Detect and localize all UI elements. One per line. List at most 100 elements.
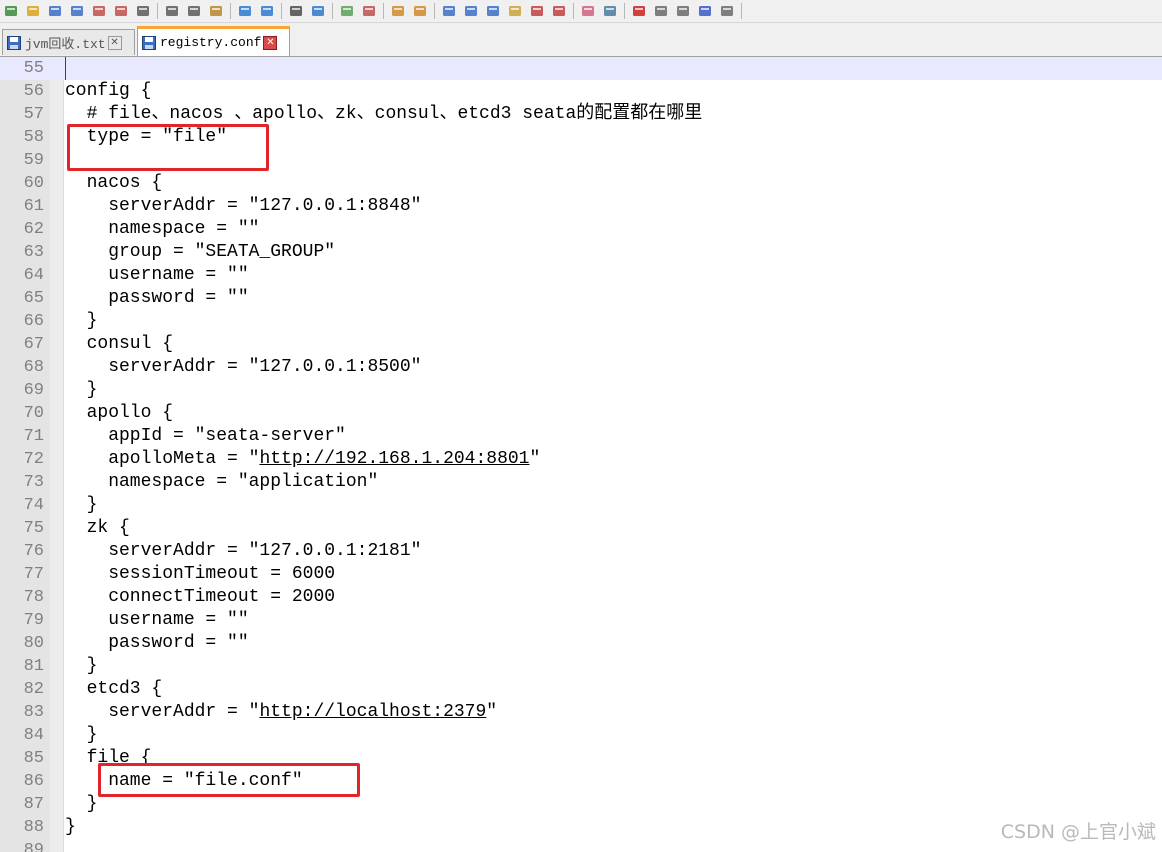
line-text: password = "" — [65, 288, 249, 308]
line-text: appId = "seata-server" — [65, 426, 346, 446]
save-all-button[interactable] — [66, 1, 88, 21]
sync-horizontal-button[interactable] — [409, 1, 431, 21]
code-line[interactable]: 57 # file、nacos 、apollo、zk、consul、etcd3 … — [0, 103, 1162, 126]
code-line[interactable]: 79 username = "" — [0, 609, 1162, 632]
sync-vertical-icon — [392, 6, 404, 16]
zoom-out-button[interactable] — [358, 1, 380, 21]
redo-icon — [261, 6, 273, 16]
code-line[interactable]: 60 nacos { — [0, 172, 1162, 195]
zoom-out-icon — [363, 6, 375, 16]
save-icon — [49, 6, 61, 16]
udl-button[interactable] — [504, 1, 526, 21]
code-line[interactable]: 89 — [0, 839, 1162, 852]
sync-vertical-button[interactable] — [387, 1, 409, 21]
code-line[interactable]: 76 serverAddr = "127.0.0.1:2181" — [0, 540, 1162, 563]
code-line[interactable]: 68 serverAddr = "127.0.0.1:8500" — [0, 356, 1162, 379]
code-line[interactable]: 72 apolloMeta = "http://192.168.1.204:88… — [0, 448, 1162, 471]
line-text: etcd3 { — [65, 679, 163, 699]
code-line[interactable]: 77 sessionTimeout = 6000 — [0, 563, 1162, 586]
url-link[interactable]: http://localhost:2379 — [259, 702, 486, 722]
indent-guide-button[interactable] — [482, 1, 504, 21]
monitoring-button[interactable] — [599, 1, 621, 21]
code-line[interactable]: 67 consul { — [0, 333, 1162, 356]
stop-macro-button[interactable] — [650, 1, 672, 21]
play-macro-button[interactable] — [672, 1, 694, 21]
line-number: 55 — [23, 59, 44, 78]
line-number: 63 — [23, 243, 44, 262]
code-line[interactable]: 74 } — [0, 494, 1162, 517]
code-line[interactable]: 80 password = "" — [0, 632, 1162, 655]
tab-bar: jvm回收.txt ✕ registry.conf ✕ — [0, 23, 1162, 57]
line-number: 64 — [23, 266, 44, 285]
code-line[interactable]: 65 password = "" — [0, 287, 1162, 310]
word-wrap-icon — [443, 6, 455, 16]
code-line[interactable]: 78 connectTimeout = 2000 — [0, 586, 1162, 609]
url-link[interactable]: http://192.168.1.204:8801 — [259, 449, 529, 469]
line-number: 74 — [23, 496, 44, 515]
toolbar-separator — [573, 3, 574, 19]
folder-workspace-button[interactable] — [577, 1, 599, 21]
code-line[interactable]: 81 } — [0, 655, 1162, 678]
new-file-button[interactable] — [0, 1, 22, 21]
replace-button[interactable] — [307, 1, 329, 21]
close-all-button[interactable] — [110, 1, 132, 21]
code-line[interactable]: 63 group = "SEATA_GROUP" — [0, 241, 1162, 264]
cut-button[interactable] — [161, 1, 183, 21]
line-text: password = "" — [65, 633, 249, 653]
code-line[interactable]: 56 config { — [0, 80, 1162, 103]
code-line[interactable]: 61 serverAddr = "127.0.0.1:8848" — [0, 195, 1162, 218]
find-button[interactable] — [285, 1, 307, 21]
code-line[interactable]: 73 namespace = "application" — [0, 471, 1162, 494]
undo-icon — [239, 6, 251, 16]
close-icon[interactable]: ✕ — [263, 35, 278, 50]
code-line[interactable]: 71 appId = "seata-server" — [0, 425, 1162, 448]
code-editor[interactable]: 55 56 config {57 # file、nacos 、apollo、zk、c… — [0, 57, 1162, 852]
run-macro-multiple-button[interactable] — [694, 1, 716, 21]
line-text: serverAddr = "127.0.0.1:2181" — [65, 541, 422, 561]
open-file-button[interactable] — [22, 1, 44, 21]
highlight-box-name — [98, 763, 360, 797]
toolbar-separator — [332, 3, 333, 19]
copy-button[interactable] — [183, 1, 205, 21]
code-line[interactable]: 83 serverAddr = "http://localhost:2379" — [0, 701, 1162, 724]
line-number: 56 — [23, 82, 44, 101]
save-button[interactable] — [44, 1, 66, 21]
word-wrap-button[interactable] — [438, 1, 460, 21]
line-number: 59 — [23, 151, 44, 170]
code-line[interactable]: 64 username = "" — [0, 264, 1162, 287]
tab-registry-conf[interactable]: registry.conf ✕ — [137, 26, 290, 56]
line-text: } — [65, 817, 76, 837]
code-line[interactable]: 66 } — [0, 310, 1162, 333]
zoom-in-button[interactable] — [336, 1, 358, 21]
line-number: 78 — [23, 588, 44, 607]
paste-button[interactable] — [205, 1, 227, 21]
toolbar — [0, 0, 1162, 23]
code-line[interactable]: 82 etcd3 { — [0, 678, 1162, 701]
save-macro-button[interactable] — [716, 1, 738, 21]
code-line[interactable]: 55 — [0, 57, 1162, 80]
print-button[interactable] — [132, 1, 154, 21]
save-macro-icon — [721, 6, 733, 16]
toolbar-separator — [230, 3, 231, 19]
tab-jvm-txt[interactable]: jvm回收.txt ✕ — [2, 29, 135, 55]
close-all-icon — [115, 6, 127, 16]
toolbar-separator — [741, 3, 742, 19]
code-line[interactable]: 88} — [0, 816, 1162, 839]
folder-workspace-icon — [582, 6, 594, 16]
code-line[interactable]: 62 namespace = "" — [0, 218, 1162, 241]
doc-map-button[interactable] — [548, 1, 570, 21]
show-all-chars-button[interactable] — [460, 1, 482, 21]
undo-button[interactable] — [234, 1, 256, 21]
code-line[interactable]: 84 } — [0, 724, 1162, 747]
monitoring-icon — [604, 6, 616, 16]
function-list-button[interactable] — [526, 1, 548, 21]
code-line[interactable]: 70 apollo { — [0, 402, 1162, 425]
code-line[interactable]: 75 zk { — [0, 517, 1162, 540]
code-line[interactable]: 69 } — [0, 379, 1162, 402]
line-text: zk { — [65, 518, 130, 538]
close-button[interactable] — [88, 1, 110, 21]
line-text: serverAddr = "127.0.0.1:8500" — [65, 357, 422, 377]
close-icon[interactable]: ✕ — [107, 35, 122, 50]
redo-button[interactable] — [256, 1, 278, 21]
record-macro-button[interactable] — [628, 1, 650, 21]
